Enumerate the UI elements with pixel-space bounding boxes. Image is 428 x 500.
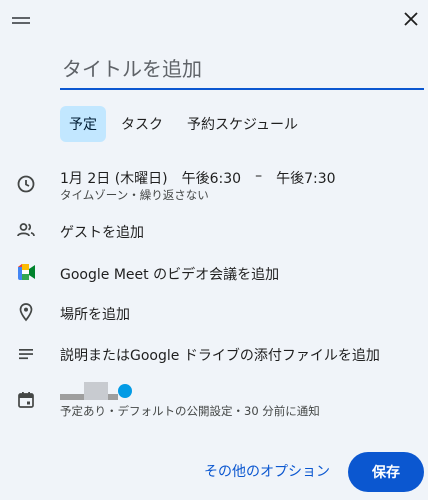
add-description-button[interactable]: 説明またはGoogle ドライブの添付ファイルを追加 [60, 345, 380, 365]
event-type-tabs: 予定 タスク 予約スケジュール [60, 106, 307, 142]
calendar-owner-selector[interactable] [60, 382, 132, 402]
time-separator: – [255, 168, 263, 184]
end-time-selector[interactable]: 午後7:30 [276, 168, 335, 188]
close-button[interactable] [398, 6, 424, 32]
tab-appointment-schedule[interactable]: 予約スケジュール [178, 106, 307, 142]
add-google-meet-button[interactable]: Google Meet のビデオ会議を追加 [60, 264, 279, 284]
title-input[interactable] [60, 52, 426, 86]
save-button[interactable]: 保存 [348, 452, 424, 492]
notes-icon [16, 344, 36, 364]
add-guests-button[interactable]: ゲストを追加 [60, 222, 144, 242]
google-meet-icon [16, 262, 36, 282]
title-field [60, 52, 426, 90]
start-time-selector[interactable]: 午後6:30 [182, 168, 241, 188]
redacted-avatar [84, 382, 108, 400]
calendar-settings-link[interactable]: 予定あり・デフォルトの公開設定・30 分前に通知 [60, 403, 320, 419]
datetime-line: 1月 2日 (木曜日) 午後6:30 – 午後7:30 [60, 168, 336, 188]
more-options-button[interactable]: その他のオプション [196, 455, 338, 487]
clock-icon [16, 174, 36, 194]
add-location-button[interactable]: 場所を追加 [60, 304, 130, 324]
calendar-color-dot [118, 384, 132, 398]
tab-task[interactable]: タスク [112, 106, 172, 142]
people-icon [16, 220, 36, 240]
drag-handle-icon[interactable] [12, 12, 30, 24]
date-selector[interactable]: 1月 2日 (木曜日) [60, 168, 168, 188]
location-pin-icon [16, 302, 36, 322]
calendar-icon [16, 390, 36, 410]
close-icon [404, 12, 418, 26]
timezone-repeat-link[interactable]: タイムゾーン・繰り返さない [60, 187, 209, 203]
tab-event[interactable]: 予定 [60, 106, 106, 142]
